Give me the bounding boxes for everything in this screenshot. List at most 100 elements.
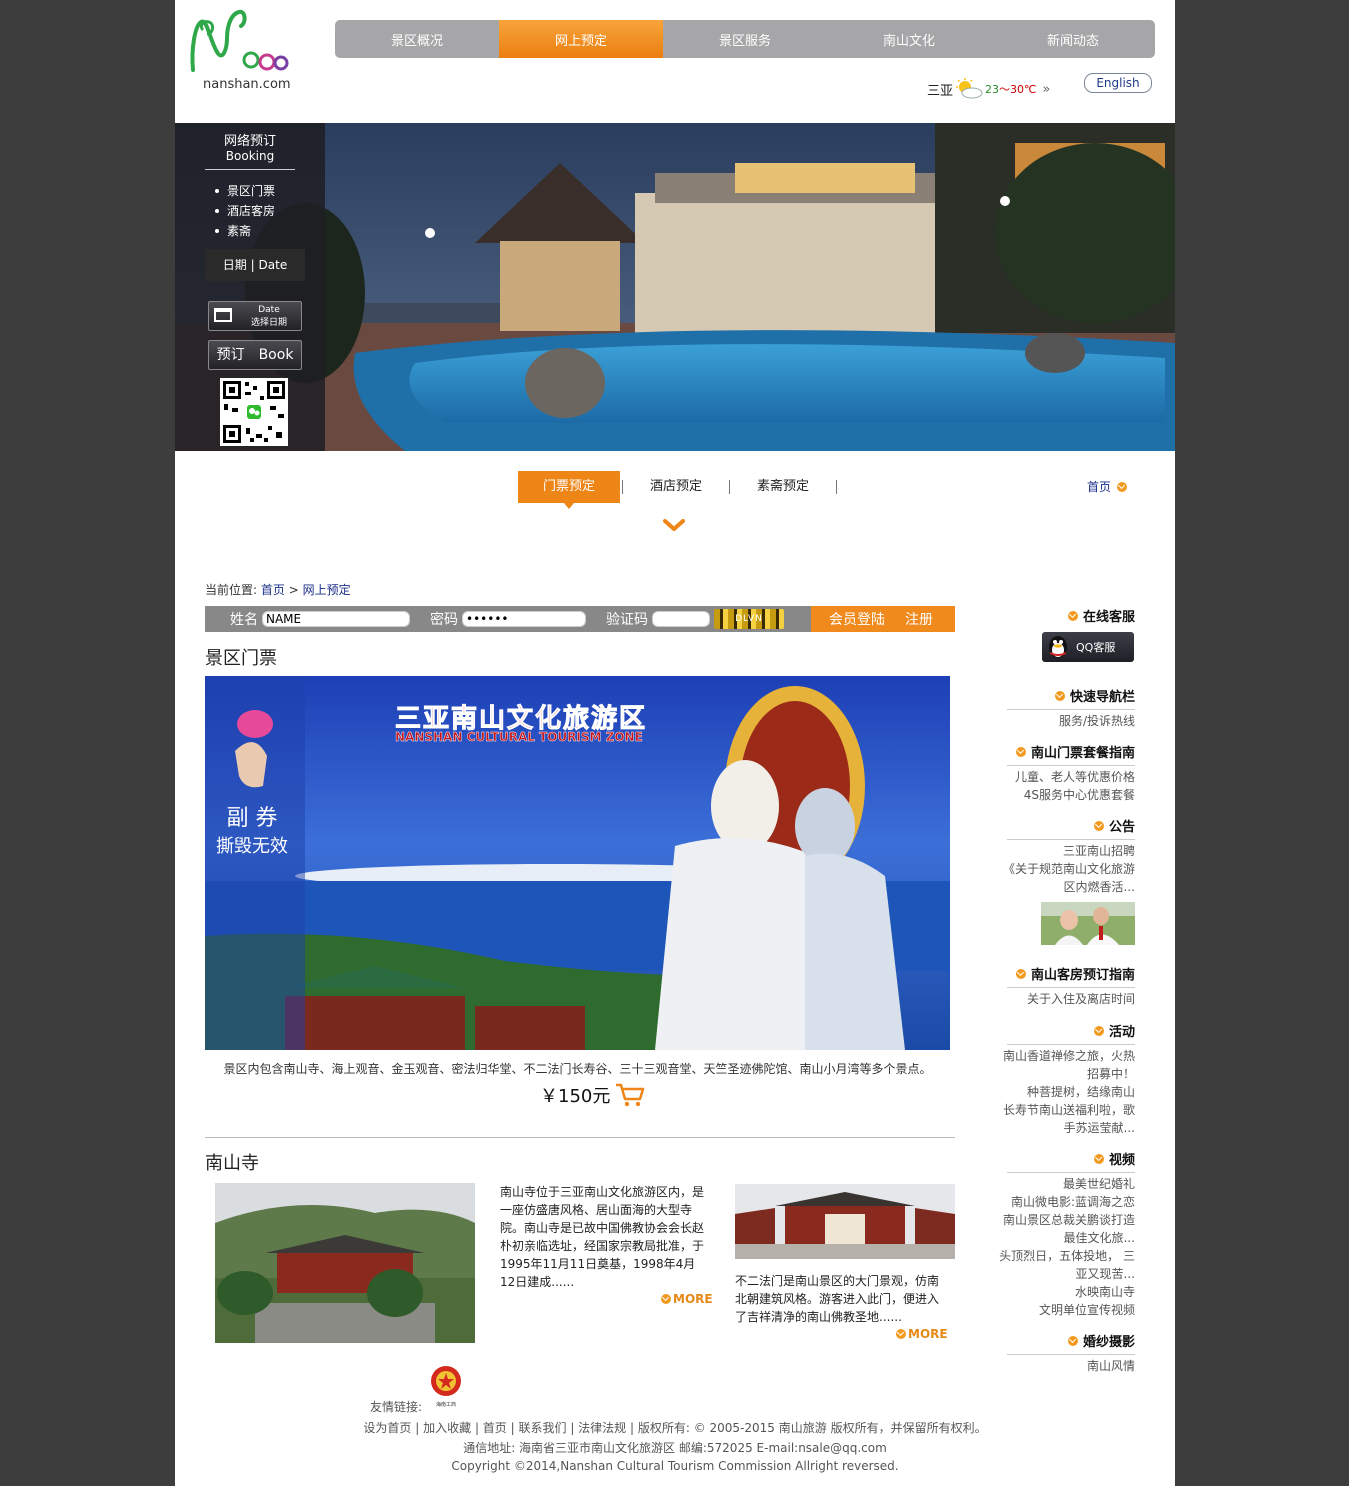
weather-widget: 三亚 23 ～ 30℃ » (927, 78, 1050, 100)
select-date-button[interactable]: Date 选择日期 (208, 301, 302, 331)
video-link[interactable]: 文明单位宣传视频 (995, 1301, 1135, 1319)
gate-description: 不二法门是南山景区的大门景观，仿南北朝建筑风格。游客进入此门，便进入了吉祥清净的… (735, 1274, 940, 1324)
chevron-down-icon[interactable] (662, 518, 686, 534)
footer-link-legal[interactable]: 法律法规 (578, 1421, 626, 1435)
booking-item-hotel[interactable]: 酒店客房 (213, 201, 275, 221)
ticket-image[interactable]: 三亚南山文化旅游区 NANSHAN CULTURAL TOURISM ZONE … (205, 676, 950, 1050)
wedding-title: 婚纱摄影 (1082, 1335, 1135, 1350)
temple-more-label: MORE (673, 1292, 713, 1306)
video-link[interactable]: 水映南山寺 (995, 1283, 1135, 1301)
online-service-block: 在线客服 (995, 606, 1135, 625)
footer-link-home[interactable]: 首页 (483, 1421, 507, 1435)
footer-link-favorite[interactable]: 加入收藏 (423, 1421, 471, 1435)
date-label-en: Date (258, 258, 288, 272)
activity-link[interactable]: 长寿节南山送福利啦，歌 (995, 1101, 1135, 1119)
video-link[interactable]: 最佳文化旅... (995, 1229, 1135, 1247)
date-label-cn: 日期 (222, 258, 247, 272)
gate-more-label: MORE (908, 1327, 948, 1341)
shopping-cart-icon[interactable] (614, 1082, 646, 1108)
quick-nav-block: 快速导航栏 服务/投诉热线 (995, 686, 1135, 730)
badge-caption: 海南工商 (436, 1401, 456, 1408)
date-label-sep: | (250, 258, 255, 272)
wedding-couple-photo[interactable] (1041, 902, 1135, 945)
video-link[interactable]: 南山微电影:蓝调海之恋 (995, 1193, 1135, 1211)
select-date-cn: 选择日期 (250, 318, 287, 328)
weather-city: 三亚 (927, 83, 954, 99)
orange-check-icon (1093, 1025, 1104, 1036)
video-link[interactable]: 最美世纪婚礼 (995, 1175, 1135, 1193)
wedding-link[interactable]: 南山风情 (995, 1357, 1135, 1375)
member-login-button[interactable]: 会员登陆 (829, 609, 885, 629)
breadcrumb-sep: > (288, 583, 299, 597)
quick-nav-link[interactable]: 服务/投诉热线 (995, 712, 1135, 730)
nav-overview[interactable]: 景区概况 (335, 20, 499, 58)
english-button[interactable]: English (1084, 73, 1152, 93)
member-login-bar: 姓名 密码 验证码 DLVN 会员登陆 注册 (205, 606, 955, 632)
hainan-business-badge[interactable]: 海南工商 (428, 1364, 464, 1408)
orange-check-icon (1054, 690, 1065, 701)
activity-link[interactable]: 种菩提树，结缘南山 (995, 1083, 1135, 1101)
room-guide-link[interactable]: 关于入住及离店时间 (995, 990, 1135, 1008)
ticket-stub-2: 撕毁无效 (216, 836, 288, 857)
booking-tabs: 门票预定 酒店预定 素斋预定 (518, 471, 839, 509)
notice-link[interactable]: 三亚南山招聘 (995, 842, 1135, 860)
ticket-guide-block: 南山门票套餐指南 儿童、老人等优惠价格 4S服务中心优惠套餐 (995, 742, 1135, 804)
booking-item-tickets[interactable]: 景区门票 (213, 181, 275, 201)
ticket-guide-link[interactable]: 4S服务中心优惠套餐 (995, 786, 1135, 804)
notice-title: 公告 (1108, 820, 1135, 835)
nav-services[interactable]: 景区服务 (663, 20, 827, 58)
name-input[interactable] (262, 611, 410, 627)
date-label: 日期 | Date (205, 249, 305, 281)
booking-item-vegetarian[interactable]: 素斋 (213, 221, 275, 241)
booking-menu: 景区门票 酒店客房 素斋 (213, 181, 275, 241)
ticket-guide-link[interactable]: 儿童、老人等优惠价格 (995, 768, 1135, 786)
footer-link-set-home[interactable]: 设为首页 (363, 1421, 411, 1435)
weather-more-arrow[interactable]: » (1042, 82, 1050, 97)
password-input[interactable] (462, 611, 586, 627)
hotel-night-photo (175, 123, 1175, 451)
video-link[interactable]: 亚又现苦... (995, 1265, 1135, 1283)
captcha-input[interactable] (652, 611, 710, 627)
qq-service-button[interactable]: QQ客服 (1042, 632, 1134, 662)
book-button[interactable]: 预订 Book (208, 340, 302, 370)
online-service-title: 在线客服 (1082, 610, 1135, 625)
friend-links-label: 友情链接: (370, 1400, 423, 1414)
tab-hotel-booking[interactable]: 酒店预定 (625, 471, 727, 503)
video-link[interactable]: 头顶烈日，五体投地， 三 (995, 1247, 1135, 1265)
ticket-price-row: ￥150元 (540, 1082, 646, 1108)
nanshan-temple-photo[interactable] (215, 1183, 475, 1343)
notice-link[interactable]: 《关于规范南山文化旅游 (995, 860, 1135, 878)
tab-separator (836, 480, 837, 494)
footer-link-contact[interactable]: 联系我们 (518, 1421, 566, 1435)
notice-link[interactable]: 区内燃香活... (995, 878, 1135, 896)
nav-culture[interactable]: 南山文化 (827, 20, 991, 58)
gate-more-link[interactable]: MORE (896, 1327, 948, 1341)
captcha-image[interactable]: DLVN (714, 609, 784, 629)
tab-ticket-booking[interactable]: 门票预定 (518, 471, 620, 509)
home-link[interactable]: 首页 (1087, 478, 1128, 495)
nav-news[interactable]: 新闻动态 (991, 20, 1155, 58)
room-guide-block: 南山客房预订指南 关于入住及离店时间 (995, 964, 1135, 1008)
wedding-block: 婚纱摄影 南山风情 (995, 1331, 1135, 1375)
video-link[interactable]: 南山景区总裁关鹏谈打造 (995, 1211, 1135, 1229)
orange-check-icon (1093, 1153, 1104, 1164)
activity-link[interactable]: 手苏运莹献... (995, 1119, 1135, 1137)
breadcrumb-home[interactable]: 首页 (261, 583, 285, 597)
block-divider (1007, 1044, 1135, 1045)
block-divider (1007, 1172, 1135, 1173)
ticket-title-en: NANSHAN CULTURAL TOURISM ZONE (395, 730, 643, 744)
tab-vegetarian-booking[interactable]: 素斋预定 (732, 471, 834, 503)
room-guide-title: 南山客房预订指南 (1030, 968, 1135, 983)
register-button[interactable]: 注册 (905, 609, 933, 629)
activity-link[interactable]: 招募中！ (995, 1065, 1135, 1083)
activity-link[interactable]: 南山香道禅修之旅，火热 (995, 1047, 1135, 1065)
booking-title-cn: 网络预订 (223, 134, 276, 149)
block-divider (1007, 765, 1135, 766)
temple-more-link[interactable]: MORE (661, 1292, 713, 1306)
footer-copyright-en: Copyright ©2014,Nanshan Cultural Tourism… (451, 1459, 899, 1473)
logo-site-text: nanshan.com (203, 77, 291, 92)
block-divider (1007, 987, 1135, 988)
breadcrumb-current[interactable]: 网上预定 (303, 583, 351, 597)
nav-online-booking[interactable]: 网上预定 (499, 20, 663, 58)
gate-photo[interactable] (735, 1184, 955, 1259)
